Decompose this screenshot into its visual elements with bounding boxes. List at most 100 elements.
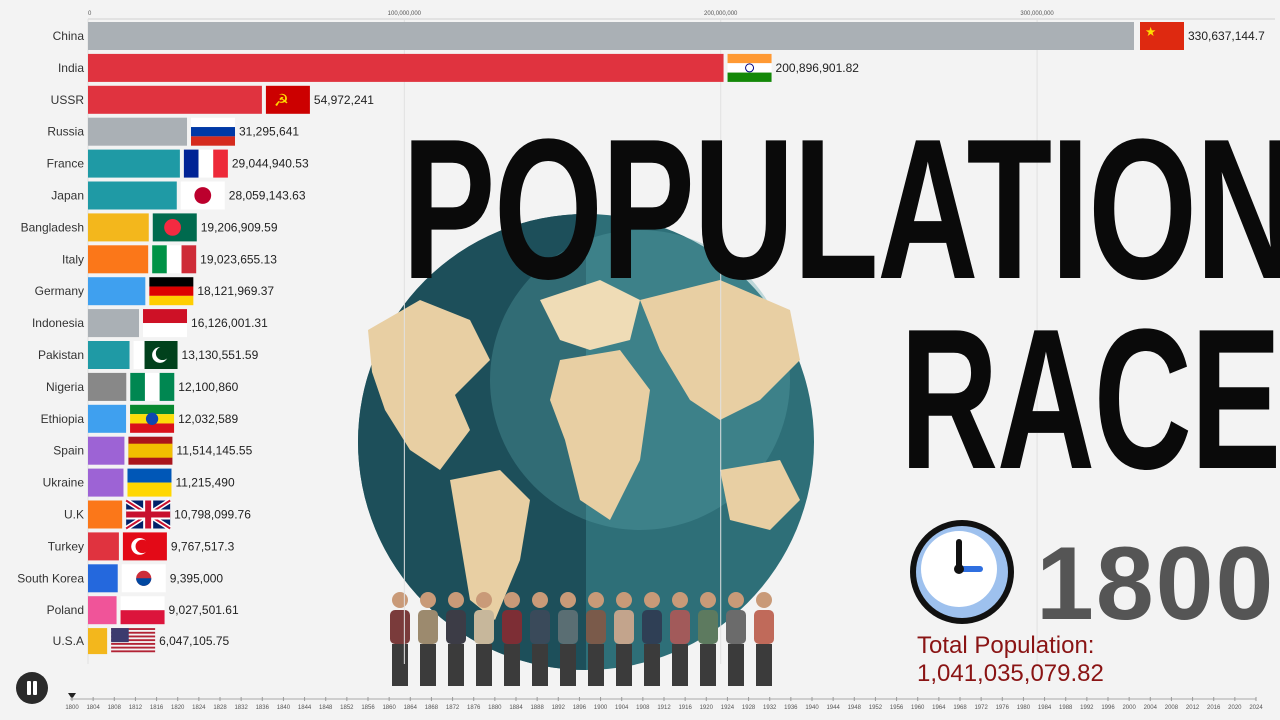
timeline-year[interactable]: 1888 [530,705,544,711]
timeline-year[interactable]: 1972 [974,705,988,711]
timeline-year[interactable]: 1868 [425,705,439,711]
bar-row: France 29,044,940.53 [47,149,309,178]
category-label: Bangladesh [21,220,84,234]
timeline-year[interactable]: 1844 [298,705,312,711]
bar-row: Indonesia 16,126,001.31 [32,309,268,338]
bar-south-korea [88,564,118,593]
timeline-year[interactable]: 2024 [1249,705,1263,711]
pause-button[interactable] [16,672,48,704]
timeline-year[interactable]: 1956 [890,705,904,711]
timeline-year[interactable]: 1800 [65,705,79,711]
timeline-year[interactable]: 1976 [996,705,1010,711]
timeline-year[interactable]: 1988 [1059,705,1073,711]
timeline-year[interactable]: 1984 [1038,705,1052,711]
timeline-year[interactable]: 1896 [573,705,587,711]
category-label: Germany [35,284,84,298]
timeline-year[interactable]: 1952 [869,705,883,711]
timeline-year[interactable]: 1812 [129,705,143,711]
timeline-year[interactable]: 2008 [1165,705,1179,711]
bar-ussr [88,85,262,114]
timeline-year[interactable]: 1892 [552,705,566,711]
timeline-year[interactable]: 1928 [742,705,756,711]
timeline-year[interactable]: 2020 [1228,705,1242,711]
timeline-year[interactable]: 1996 [1101,705,1115,711]
bar-turkey [88,532,119,561]
timeline-year[interactable]: 1904 [615,705,629,711]
timeline-year[interactable]: 2000 [1122,705,1136,711]
bar-japan [88,181,177,210]
category-label: U.K [64,508,84,522]
bar-u-s-a [88,628,108,655]
timeline-year[interactable]: 1856 [361,705,375,711]
value-label: 31,295,641 [239,125,299,139]
timeline-year[interactable]: 1912 [657,705,671,711]
bar-row: Spain 11,514,145.55 [53,436,253,465]
value-label: 19,206,909.59 [201,220,278,234]
usa-flag-icon [111,628,156,653]
timeline-year[interactable]: 1960 [911,705,925,711]
title-race: RACE [900,288,1280,511]
timeline-year[interactable]: 1908 [636,705,650,711]
timeline-year[interactable]: 1920 [700,705,714,711]
timeline-year[interactable]: 1864 [404,705,418,711]
bangladesh-flag-icon [152,213,197,242]
ussr-flag-icon: ☭ [265,85,310,114]
x-tick-label: 200,000,000 [704,11,738,17]
timeline-year[interactable]: 1940 [805,705,819,711]
timeline-year[interactable]: 1880 [488,705,502,711]
timeline-year[interactable]: 1804 [86,705,100,711]
timeline-year[interactable]: 1872 [446,705,460,711]
bar-italy [88,245,149,274]
nigeria-flag-icon [130,372,175,401]
timeline-year[interactable]: 1820 [171,705,185,711]
timeline-year[interactable]: 1924 [721,705,735,711]
timeline-year[interactable]: 1816 [150,705,164,711]
bar-china [88,22,1134,50]
timeline-year[interactable]: 1824 [192,705,206,711]
timeline-year[interactable]: 1860 [382,705,396,711]
timeline-year[interactable]: 1944 [826,705,840,711]
timeline-year[interactable]: 1932 [763,705,777,711]
timeline-year[interactable]: 1828 [213,705,227,711]
timeline-year[interactable]: 1852 [340,705,354,711]
ukraine-flag-icon [127,468,172,497]
timeline-year[interactable]: 1936 [784,705,798,711]
timeline-year[interactable]: 2016 [1207,705,1221,711]
bar-russia [88,117,188,146]
total-population: Total Population: 1,041,035,079.82 [917,632,1104,687]
timeline-year[interactable]: 1968 [953,705,967,711]
timeline-year[interactable]: 1832 [234,705,248,711]
timeline-year[interactable]: 1808 [108,705,122,711]
timeline-year[interactable]: 1916 [678,705,692,711]
timeline-year[interactable]: 1992 [1080,705,1094,711]
category-label: Nigeria [46,380,84,394]
category-label: Italy [62,252,84,266]
category-label: Spain [53,444,84,458]
value-label: 54,972,241 [314,93,374,107]
timeline-year[interactable]: 1900 [594,705,608,711]
timeline-year[interactable]: 1884 [509,705,523,711]
population-race-frame: 0 100,000,000 200,000,000 300,000,000 China ★… [0,0,1280,720]
value-label: 12,032,589 [178,412,238,426]
timeline-year[interactable]: 1948 [848,705,862,711]
timeline-year[interactable]: 2004 [1144,705,1158,711]
clock-icon [910,520,1014,624]
category-label: Ethiopia [41,412,85,426]
bar-row: Bangladesh 19,206,909.59 [21,213,278,242]
timeline-year[interactable]: 1980 [1017,705,1031,711]
bar-germany [88,277,146,306]
bar-india [88,53,724,82]
timeline-year[interactable]: 1836 [256,705,270,711]
value-label: 12,100,860 [178,380,238,394]
timeline-year[interactable]: 1840 [277,705,291,711]
timeline-year[interactable]: 1964 [932,705,946,711]
pause-icon [27,681,37,695]
value-label: 13,130,551.59 [182,348,259,362]
timeline-year[interactable]: 2012 [1186,705,1200,711]
bar-row: Ukraine 11,215,490 [43,468,235,497]
value-label: 9,027,501.61 [169,603,239,617]
timeline-year[interactable]: 1848 [319,705,333,711]
china-flag-icon: ★ [1140,22,1184,50]
value-label: 18,121,969.37 [197,284,274,298]
timeline-year[interactable]: 1876 [467,705,481,711]
